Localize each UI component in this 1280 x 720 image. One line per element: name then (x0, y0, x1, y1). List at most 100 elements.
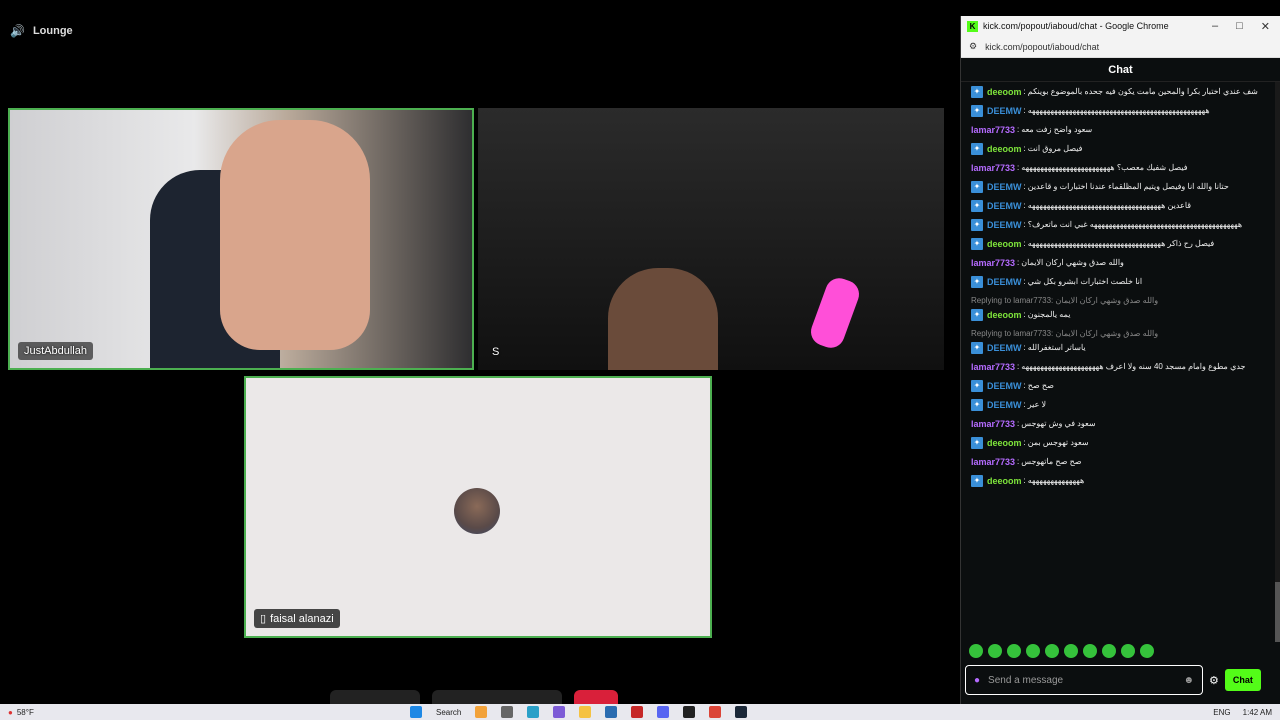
separator: : (1023, 343, 1026, 352)
participant-name: JustAbdullah (18, 342, 93, 360)
chat-text: والله صدق وشهي اركان الايمان (1021, 258, 1124, 267)
chat-username[interactable]: DEEMW (987, 200, 1022, 212)
separator: : (1023, 239, 1026, 248)
chat-message: ✦ DEEMW: قاعدين هههههههههههههههههههههههههه… (971, 200, 1266, 212)
chat-username[interactable]: lamar7733 (971, 361, 1015, 373)
chat-username[interactable]: deeoom (987, 143, 1022, 155)
weather-icon[interactable]: ● (8, 708, 13, 717)
separator: : (1023, 144, 1026, 153)
emote-icon[interactable] (1102, 644, 1116, 658)
start-icon[interactable] (410, 706, 422, 718)
emote-icon[interactable] (1083, 644, 1097, 658)
chat-popout-window: K kick.com/popout/iaboud/chat - Google C… (960, 16, 1280, 704)
scrollbar-thumb[interactable] (1275, 582, 1280, 642)
chat-username[interactable]: DEEMW (987, 342, 1022, 354)
video-tile-s[interactable]: S (478, 108, 944, 370)
folder-icon[interactable] (579, 706, 592, 718)
reply-reference[interactable]: Replying to lamar7733: والله صدق وشهي ار… (971, 295, 1266, 307)
emote-bar (969, 644, 1154, 658)
avatar (454, 488, 500, 534)
taskbar-apps: Search (410, 706, 748, 718)
emote-icon[interactable] (1064, 644, 1078, 658)
phone-icon: ▯ (260, 613, 267, 625)
separator: : (1017, 419, 1020, 428)
chat-username[interactable]: deeoom (987, 238, 1022, 250)
close-icon[interactable]: ✕ (1261, 20, 1270, 33)
taskbar-search[interactable]: Search (436, 708, 461, 717)
app-icon[interactable] (605, 706, 618, 718)
chat-username[interactable]: DEEMW (987, 399, 1022, 411)
emote-icon[interactable] (1026, 644, 1040, 658)
speaker-icon[interactable]: 🔊 (10, 24, 25, 38)
chat-username[interactable]: DEEMW (987, 105, 1022, 117)
chat-message: ✦ deeoom: شف عندي اختبار بكرا والمحين مامت… (971, 86, 1266, 98)
chat-input[interactable]: ● Send a message ☻ (965, 665, 1203, 695)
maximize-icon[interactable]: □ (1236, 20, 1243, 33)
chat-input-row: ● Send a message ☻ ⚙ Chat (965, 664, 1277, 696)
chat-username[interactable]: deeoom (987, 437, 1022, 449)
window-title: kick.com/popout/iaboud/chat - Google Chr… (983, 21, 1169, 31)
emote-icon[interactable] (1140, 644, 1154, 658)
reply-reference[interactable]: Replying to lamar7733: والله صدق وشهي ار… (971, 328, 1266, 340)
emoji-icon[interactable]: ☻ (1183, 675, 1194, 686)
weather-temp: 58°F (16, 707, 34, 717)
chat-text: يمه يالمجنون (1027, 310, 1071, 319)
call-controls (330, 690, 618, 704)
app-icon[interactable] (475, 706, 488, 718)
steam-icon[interactable] (735, 706, 748, 718)
chat-text: سعود تهوجس بمن (1027, 438, 1089, 447)
app-icon[interactable] (631, 706, 644, 718)
emote-icon[interactable] (1045, 644, 1059, 658)
control-button[interactable] (432, 690, 562, 704)
chrome-icon[interactable] (709, 706, 722, 718)
separator: : (1023, 220, 1026, 229)
site-info-icon[interactable]: ⚙ (969, 41, 977, 52)
edge-icon[interactable] (527, 706, 540, 718)
system-tray: ENG 1:42 AM (1213, 708, 1272, 717)
chat-username[interactable]: lamar7733 (971, 418, 1015, 430)
chat-username[interactable]: DEEMW (987, 219, 1022, 231)
chat-username[interactable]: lamar7733 (971, 162, 1015, 174)
emote-icon[interactable] (1007, 644, 1021, 658)
clock[interactable]: 1:42 AM (1243, 708, 1272, 717)
video-tile-faisal[interactable]: ▯ faisal alanazi (244, 376, 712, 638)
kick-logo-icon: K (967, 20, 978, 32)
chat-text: فيصل شفيك معصب؟ هههههههههههههههههههههههه… (1021, 163, 1188, 172)
chat-message: ✦ deeoom: ههههههههههههههه (971, 475, 1266, 487)
user-icon: ● (974, 674, 981, 686)
app-icon[interactable] (553, 706, 566, 718)
separator: : (1023, 182, 1026, 191)
emote-icon[interactable] (969, 644, 983, 658)
chat-username[interactable]: DEEMW (987, 276, 1022, 288)
chat-text: فيصل مروق انت (1027, 144, 1083, 153)
send-chat-button[interactable]: Chat (1224, 669, 1261, 691)
chat-username[interactable]: lamar7733 (971, 124, 1015, 136)
chat-username[interactable]: deeoom (987, 475, 1022, 487)
chat-scrollbar[interactable] (1275, 82, 1280, 642)
emote-icon[interactable] (1121, 644, 1135, 658)
chat-username[interactable]: deeoom (987, 309, 1022, 321)
subscriber-badge-icon: ✦ (971, 475, 983, 487)
app-icon[interactable] (683, 706, 696, 718)
chat-text: فيصل رح ذاكر ههههههههههههههههههههههههههه… (1027, 239, 1215, 248)
discord-icon[interactable] (657, 706, 670, 718)
chat-username[interactable]: DEEMW (987, 181, 1022, 193)
chat-message: lamar7733: والله صدق وشهي اركان الايمان (971, 257, 1266, 269)
control-button[interactable] (330, 690, 420, 704)
address-bar[interactable]: ⚙ kick.com/popout/iaboud/chat (961, 36, 1280, 58)
separator: : (1023, 106, 1026, 115)
minimize-icon[interactable]: – (1212, 20, 1218, 33)
emote-icon[interactable] (988, 644, 1002, 658)
subscriber-badge-icon: ✦ (971, 380, 983, 392)
app-icon[interactable] (501, 706, 514, 718)
chat-username[interactable]: DEEMW (987, 380, 1022, 392)
leave-call-button[interactable] (574, 690, 618, 704)
language-indicator[interactable]: ENG (1213, 708, 1230, 717)
video-tile-justabdullah[interactable]: JustAbdullah (8, 108, 474, 370)
chat-username[interactable]: lamar7733 (971, 456, 1015, 468)
chat-username[interactable]: lamar7733 (971, 257, 1015, 269)
chat-text: صح صح (1027, 381, 1054, 390)
settings-gear-icon[interactable]: ⚙ (1209, 674, 1219, 687)
chat-username[interactable]: deeoom (987, 86, 1022, 98)
separator: : (1023, 201, 1026, 210)
